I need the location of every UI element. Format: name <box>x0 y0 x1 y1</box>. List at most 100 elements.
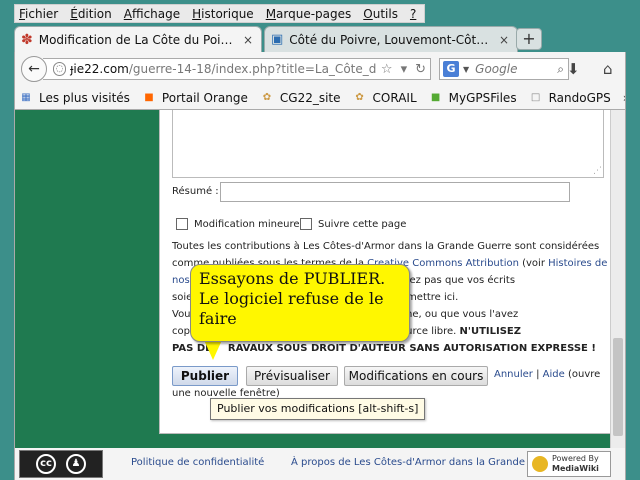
bookmark-label: RandoGPS <box>548 90 611 105</box>
publish-button[interactable]: Publier <box>172 366 238 386</box>
tab-strip: ✽ Modification de La Côte du Poivre - L.… <box>14 26 626 52</box>
menu-item-accesskey: O <box>363 6 373 21</box>
separator: | <box>536 369 540 380</box>
scrollbar-thumb[interactable] <box>613 338 623 436</box>
menu-item-accesskey: A <box>123 6 132 21</box>
site-favicon-icon: ✽ <box>21 31 33 48</box>
mediawiki-badge[interactable]: Powered By MediaWiki <box>527 451 611 477</box>
menu-item[interactable]: Affichage <box>124 7 180 21</box>
globe-icon: ◌ <box>53 62 67 76</box>
publish-tooltip: Publier vos modifications [alt-shift-s] <box>210 398 426 420</box>
bookmark-label: Portail Orange <box>161 90 248 105</box>
menu-item[interactable]: Marque-pages <box>266 7 352 21</box>
minor-edit-checkbox[interactable] <box>176 218 188 230</box>
new-tab-button[interactable]: + <box>516 28 542 50</box>
reload-icon[interactable]: ↻ <box>415 62 426 77</box>
close-tab-icon[interactable]: × <box>241 33 255 47</box>
bookmark-item[interactable]: ✿ CORAIL <box>353 90 417 105</box>
tab-title: Modification de La Côte du Poivre - L... <box>38 32 235 47</box>
url-path: /guerre-14-18/index.php?title=La_Côte_du… <box>128 62 377 76</box>
menu-item[interactable]: Édition <box>70 7 112 21</box>
menu-item[interactable]: Fichier <box>19 7 58 21</box>
resize-grip-icon[interactable]: ⋰ <box>593 166 602 176</box>
page-scrollbar[interactable] <box>610 110 625 448</box>
menu-bar: Fichier Édition Affichage Historique Marque-… <box>0 0 640 26</box>
help-link[interactable]: Aide <box>543 369 565 380</box>
about-link[interactable]: À propos de Les Côtes-d'Armor dans la Gr… <box>291 457 525 468</box>
histoires-link[interactable]: Histoires de <box>548 258 607 269</box>
google-icon[interactable]: G <box>443 61 459 77</box>
notice-text: Toutes les contributions à Les Côtes-d'A… <box>172 241 600 252</box>
callout-line: faire <box>199 309 237 328</box>
bookmark-item[interactable]: □ RandoGPS <box>529 91 611 105</box>
bookmark-item[interactable]: ✿ CG22_site <box>260 91 341 105</box>
url-bar[interactable]: ◌ ɟie22.com /guerre-14-18/index.php?titl… <box>43 58 431 80</box>
copyright-line-1: Toutes les contributions à Les Côtes-d'A… <box>172 238 600 255</box>
bookmark-label: CG22_site <box>279 90 341 105</box>
back-button[interactable]: ← <box>21 56 47 82</box>
bookmark-icon: ✿ <box>262 91 272 103</box>
attribution-icon: ♟ <box>66 454 86 474</box>
edit-textarea[interactable]: ⋰ <box>172 110 604 178</box>
notice-text: (voir <box>518 258 549 269</box>
tab-title: Côté du Poivre, Louvemont-Côté-du-... <box>289 32 491 47</box>
callout-line: Essayons de PUBLIER. <box>199 269 386 288</box>
url-host: ɟie22.com <box>70 62 129 76</box>
tab-modification[interactable]: ✽ Modification de La Côte du Poivre - L.… <box>14 26 262 52</box>
bookmark-icon: ■ <box>144 91 154 103</box>
minor-edit-label: Modification mineure <box>194 219 300 230</box>
cc-icon: cc <box>36 454 56 474</box>
copyright-line-7: PAS DE RAVAUX SOUS DROIT D'AUTEUR SANS A… <box>172 340 600 357</box>
histoires-link-cont[interactable]: nos <box>172 275 190 286</box>
home-icon[interactable]: ⌂ <box>603 60 613 78</box>
menu-item-accesskey: M <box>265 6 277 21</box>
desktop-edge <box>0 26 14 480</box>
mediawiki-powered: Powered By <box>552 454 599 463</box>
bookmark-item[interactable]: ■ Portail Orange <box>142 91 248 105</box>
menu-items: Fichier Édition Affichage Historique Marque-… <box>14 4 426 23</box>
mediawiki-name: MediaWiki <box>552 464 599 473</box>
preview-button[interactable]: Prévisualiser <box>246 366 338 386</box>
bookmark-item[interactable]: ■ MyGPSFiles <box>429 91 517 105</box>
bookmark-label: CORAIL <box>372 90 417 105</box>
download-icon[interactable]: ⬇ <box>567 60 580 78</box>
star-bookmark-icon[interactable]: ☆ <box>381 62 393 77</box>
privacy-link[interactable]: Politique de confidentialité <box>131 457 264 468</box>
bookmark-item[interactable]: ▦ Les plus visités <box>19 91 130 105</box>
menu-item[interactable]: Historique <box>192 7 254 21</box>
show-changes-button[interactable]: Modifications en cours <box>344 366 488 386</box>
engine-dropdown-icon[interactable]: ▼ <box>463 65 469 74</box>
mediawiki-sunflower-icon <box>532 456 548 472</box>
summary-input[interactable] <box>220 182 570 202</box>
help-note: (ouvre <box>567 369 601 380</box>
dropdown-arrow-icon[interactable]: ▾ <box>401 62 408 77</box>
page-footer: cc ♟ Politique de confidentialité À prop… <box>14 448 626 480</box>
bookmark-icon: ■ <box>430 91 441 103</box>
search-icon[interactable]: ⌕ <box>557 62 564 77</box>
bookmark-label: Les plus visités <box>39 90 130 105</box>
bookmarks-overflow-icon[interactable]: » <box>623 91 625 105</box>
menu-item[interactable]: ? <box>410 7 416 21</box>
navigation-bar: ◌ ɟie22.com /guerre-14-18/index.php?titl… <box>14 52 626 86</box>
annotation-callout: Essayons de PUBLIER. Le logiciel refuse … <box>190 264 410 342</box>
menu-item-label: dition <box>77 6 112 21</box>
close-tab-icon[interactable]: × <box>497 33 511 47</box>
callout-tail <box>204 340 222 360</box>
menu-item-label: istorique <box>201 6 254 21</box>
warning-text: N'UTILISEZ <box>459 326 522 337</box>
search-bar[interactable]: G ▼ ⌕ <box>439 58 569 80</box>
warning-text: RAVAUX SOUS DROIT D'AUTEUR SANS AUTORISA… <box>227 343 596 354</box>
search-input[interactable] <box>473 61 540 77</box>
bookmark-icon: ✿ <box>355 91 364 103</box>
creative-commons-badge[interactable]: cc ♟ <box>19 450 103 478</box>
menu-item-accesskey: É <box>70 6 78 21</box>
menu-item-accesskey: ? <box>409 6 417 21</box>
watch-page-checkbox[interactable] <box>300 218 312 230</box>
tab-cote-du-poivre[interactable]: ▣ Côté du Poivre, Louvemont-Côté-du-... … <box>264 26 518 52</box>
menu-item-label: ichier <box>25 6 59 21</box>
cancel-link[interactable]: Annuler <box>494 369 533 380</box>
edit-options: Annuler | Aide (ouvre <box>494 369 600 380</box>
bookmark-icon: □ <box>530 91 541 103</box>
menu-item[interactable]: Outils <box>363 7 398 21</box>
watch-page-label: Suivre cette page <box>318 219 407 230</box>
